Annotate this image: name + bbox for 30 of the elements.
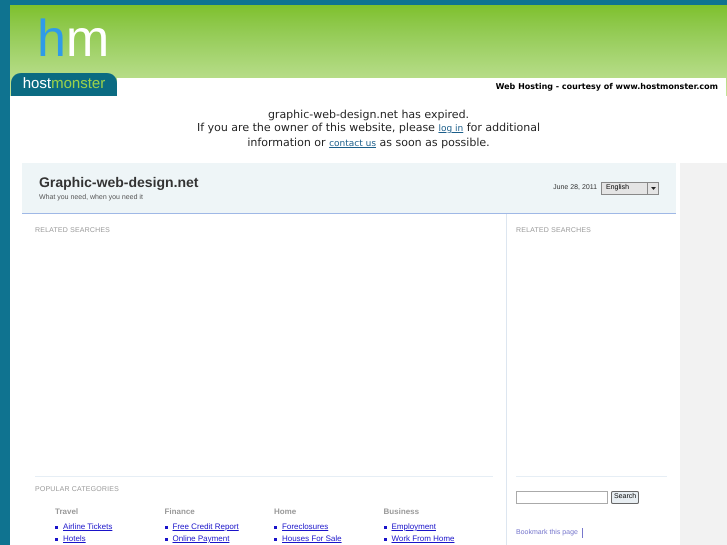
logo-mark: hm — [37, 9, 110, 69]
site-title: Graphic-web-design.net — [39, 173, 198, 192]
bullet-icon — [274, 538, 277, 540]
bullet-icon — [164, 538, 168, 540]
owner-notice: If you are the owner of this website, please log in for additional information or contact us as soon as possible. — [196, 121, 540, 151]
category-link[interactable]: Online Payment — [172, 533, 230, 545]
login-link[interactable]: log in — [438, 124, 464, 134]
bullet-icon — [164, 526, 168, 528]
bullet-icon — [384, 538, 386, 540]
logo-wordmark: hostmonster — [22, 74, 106, 94]
bullet-icon — [55, 526, 58, 528]
category-heading: Travel — [55, 506, 80, 518]
category-link[interactable]: Houses For Sale — [282, 533, 342, 545]
category-heading: Business — [384, 506, 420, 518]
search-field[interactable] — [516, 490, 608, 504]
category-heading: Finance — [164, 506, 196, 518]
category-heading: Home — [274, 506, 298, 518]
bullet-icon — [274, 526, 277, 528]
expired-notice: graphic-web-design.net has expired. — [268, 108, 470, 121]
category-link[interactable]: Airline Tickets — [63, 521, 112, 533]
category-link[interactable]: Hotels — [63, 533, 86, 545]
dropdown-arrow-icon — [647, 182, 658, 194]
category-link[interactable]: Employment — [392, 521, 436, 533]
courtesy-text: Web Hosting - courtesy of www.hostmonster.com — [496, 81, 718, 93]
category-link[interactable]: Work From Home — [392, 533, 454, 545]
bullet-icon — [384, 526, 386, 528]
bullet-icon — [55, 538, 58, 540]
contact-link[interactable]: contact us — [329, 139, 376, 149]
category-link[interactable]: Free Credit Report — [172, 521, 239, 533]
category-link[interactable]: Foreclosures — [282, 521, 328, 533]
